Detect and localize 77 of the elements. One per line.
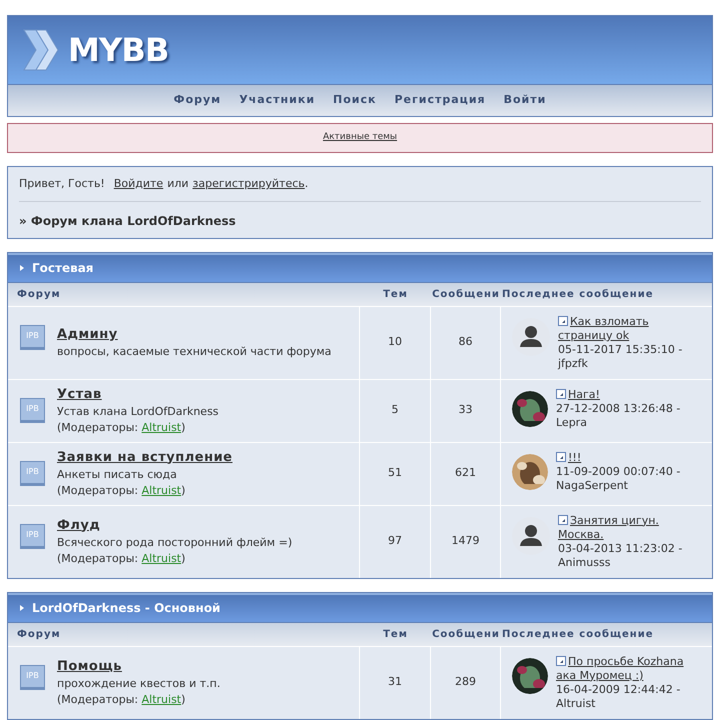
forum-status-icon: IPB [20, 460, 45, 486]
last-post-byline: 03-04-2013 11:23:02 - Animusss [558, 542, 684, 570]
post-icon [556, 656, 566, 666]
last-post-byline: 16-04-2009 12:44:42 - Altruist [556, 682, 682, 710]
last-post-link[interactable]: Занятия цигун. Москва. [558, 514, 690, 542]
forum-title-link[interactable]: Помощь [57, 658, 220, 676]
closing-paren: ) [181, 482, 186, 498]
post-icon [556, 388, 566, 398]
nav-link[interactable]: Регистрация [394, 92, 486, 109]
moderator-link[interactable]: Altruist [142, 482, 182, 498]
topics-count: 10 [388, 334, 402, 350]
topics-count: 51 [388, 465, 402, 482]
greeting-text: Привет, Гость! [19, 176, 105, 192]
or-text: или [167, 176, 189, 192]
posts-count: 621 [455, 465, 476, 482]
forum-status-icon: IPB [20, 524, 45, 548]
logo-text: MYBB [68, 30, 169, 71]
moderators-label: (Модераторы: [57, 482, 140, 498]
last-post-byline: 05-11-2017 15:35:10 - jfpzfk [558, 342, 684, 370]
forum-title-link[interactable]: Заявки на вступление [57, 448, 232, 466]
forum-title-link[interactable]: Админу [57, 326, 332, 344]
forum-description: Анкеты писать сюда [57, 466, 178, 482]
closing-paren: ) [181, 692, 186, 708]
posts-count: 1479 [452, 533, 480, 550]
last-post-link[interactable]: Как взломать страницу ok [558, 314, 690, 342]
column-header: Тем [382, 288, 409, 302]
last-post-byline: 27-12-2008 13:26:48 - Lepra [556, 402, 682, 430]
forum-description: вопросы, касаемые технической части форума [57, 344, 332, 359]
post-icon [556, 452, 566, 462]
forum-title-link[interactable]: Устав [57, 386, 219, 404]
triangle-icon [20, 605, 24, 611]
breadcrumb: » Форум клана LordOfDarkness [19, 212, 237, 230]
moderators-label: (Модераторы: [57, 692, 140, 708]
nav-link[interactable]: Войти [504, 92, 546, 109]
login-link[interactable]: Войдите [114, 176, 164, 192]
category-title: Гостевая [32, 260, 94, 277]
last-post-byline: 11-09-2009 00:07:40 - NagaSerpent [556, 464, 682, 492]
posts-count: 86 [458, 334, 472, 350]
column-header: Сообщени [431, 288, 501, 302]
post-icon [558, 316, 568, 326]
posts-count: 289 [455, 674, 476, 690]
nav-link[interactable]: Участники [239, 92, 316, 109]
moderators-label: (Модераторы: [57, 420, 140, 436]
active-topics-link[interactable]: Активные темы [322, 131, 398, 145]
moderator-link[interactable]: Altruist [142, 418, 182, 436]
forum-status-icon: IPB [20, 398, 45, 422]
column-header: Форум [16, 288, 62, 302]
moderator-link[interactable]: Altruist [142, 550, 182, 566]
last-post-link[interactable]: !!! [556, 450, 688, 464]
triangle-icon [20, 265, 24, 271]
forum-description: Устав клана LordOfDarkness [57, 404, 219, 418]
topics-count: 31 [388, 674, 402, 690]
topics-count: 5 [392, 402, 398, 418]
post-icon [558, 514, 568, 524]
topics-count: 97 [388, 533, 402, 550]
closing-paren: ) [181, 550, 186, 566]
last-post-link[interactable]: По просьбе Kozhana ака Муромец :) [556, 654, 688, 682]
forum-status-icon: IPB [20, 324, 45, 350]
forum-title-link[interactable]: Флуд [57, 516, 292, 534]
category-title: LordOfDarkness - Основной [32, 600, 220, 617]
column-header: Тем [382, 628, 409, 642]
column-header: Последнее сообщение [501, 628, 654, 642]
closing-paren: ) [181, 420, 186, 436]
register-link[interactable]: зарегистрируйтесь [192, 176, 305, 192]
nav-link[interactable]: Форум [174, 92, 222, 109]
forum-description: Всяческого рода посторонний флейм =) [57, 534, 292, 550]
column-header: Последнее сообщение [501, 288, 654, 302]
column-header: Сообщени [431, 628, 501, 642]
nav-link[interactable]: Поиск [333, 92, 376, 109]
period-text: . [304, 176, 308, 192]
last-post-link[interactable]: Нага! [556, 388, 688, 402]
forum-status-icon: IPB [20, 664, 45, 690]
column-header: Форум [16, 628, 62, 642]
moderator-link[interactable]: Altruist [142, 690, 182, 708]
moderators-label: (Модераторы: [57, 550, 140, 566]
forum-description: прохождение квестов и т.п. [57, 676, 220, 690]
posts-count: 33 [458, 402, 472, 418]
